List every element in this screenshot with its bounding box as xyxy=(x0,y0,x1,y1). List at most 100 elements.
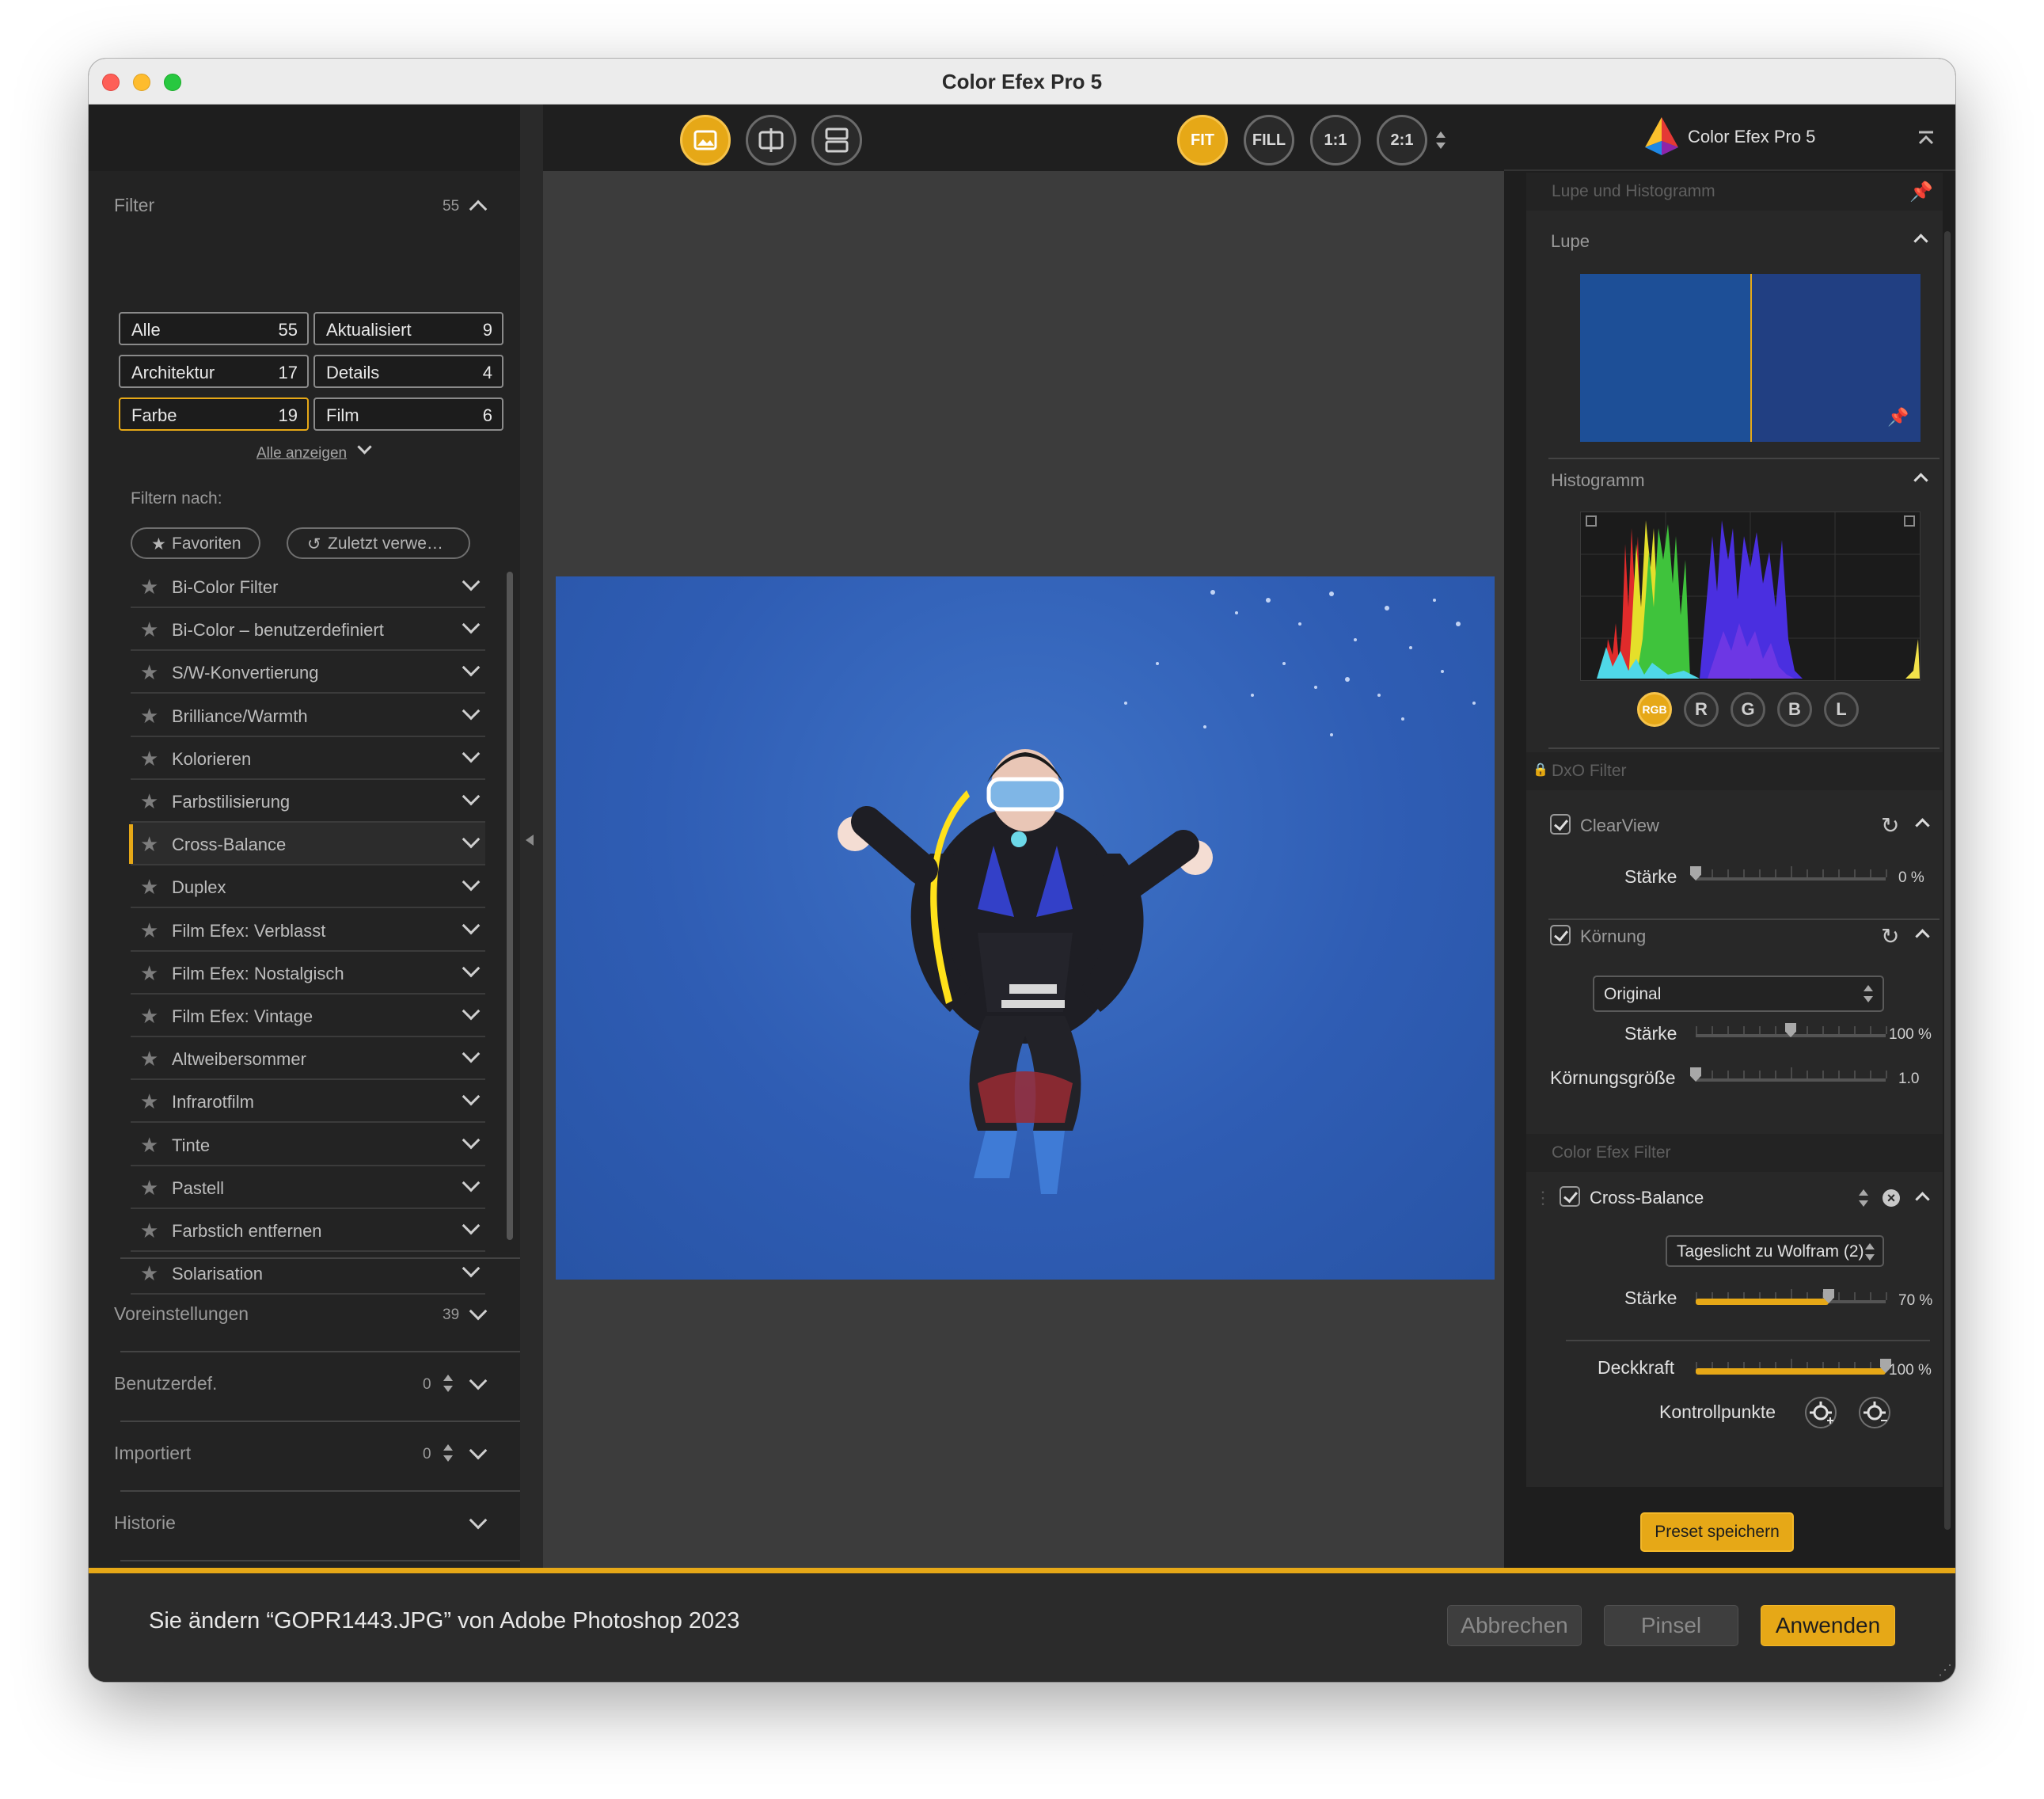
filter-list-item[interactable]: ★ S/W-Konvertierung xyxy=(131,651,485,694)
category-tag-farbe[interactable]: Farbe 19 xyxy=(119,397,309,431)
star-icon[interactable]: ★ xyxy=(140,1090,158,1114)
chevron-down-icon[interactable] xyxy=(462,1002,481,1021)
chevron-down-icon[interactable] xyxy=(469,1371,488,1390)
clearview-checkbox[interactable] xyxy=(1550,814,1571,835)
chevron-down-icon[interactable] xyxy=(462,615,481,634)
category-tag-aktualisiert[interactable]: Aktualisiert 9 xyxy=(313,312,503,345)
apply-button[interactable]: Anwenden xyxy=(1761,1605,1895,1646)
chevron-down-icon[interactable] xyxy=(462,916,481,934)
remove-filter-icon[interactable]: × xyxy=(1883,1189,1900,1207)
brush-button[interactable]: Pinsel xyxy=(1604,1605,1738,1646)
star-icon[interactable]: ★ xyxy=(140,1176,158,1200)
channel-rgb-button[interactable]: RGB xyxy=(1637,692,1672,727)
zoom-1to1-button[interactable]: 1:1 xyxy=(1310,115,1361,165)
reorder-icon[interactable] xyxy=(1859,1189,1868,1207)
favorites-pill[interactable]: ★ Favoriten xyxy=(131,527,260,559)
cancel-button[interactable]: Abbrechen xyxy=(1447,1605,1582,1646)
star-icon[interactable]: ★ xyxy=(140,575,158,599)
shadow-clipping-toggle[interactable] xyxy=(1586,515,1597,527)
chevron-down-icon[interactable] xyxy=(462,1044,481,1063)
settings-scrollbar[interactable] xyxy=(1944,231,1951,1530)
reset-icon[interactable]: ↻ xyxy=(1881,923,1899,949)
category-tag-alle[interactable]: Alle 55 xyxy=(119,312,309,345)
chevron-down-icon[interactable] xyxy=(462,1259,481,1278)
star-icon[interactable]: ★ xyxy=(140,618,158,642)
filter-list-item[interactable]: ★ Kolorieren xyxy=(131,737,485,780)
star-icon[interactable]: ★ xyxy=(140,1047,158,1071)
chevron-down-icon[interactable] xyxy=(462,572,481,591)
channel-g-button[interactable]: G xyxy=(1731,692,1765,727)
chevron-up-icon[interactable] xyxy=(1913,234,1928,249)
star-icon[interactable]: ★ xyxy=(140,747,158,771)
show-all-link[interactable]: Alle anzeigen xyxy=(256,445,347,462)
cross-balance-checkbox[interactable] xyxy=(1560,1186,1580,1207)
remove-control-point-icon[interactable] xyxy=(1859,1397,1890,1428)
star-icon[interactable]: ★ xyxy=(140,1004,158,1029)
zoom-stepper-icon[interactable] xyxy=(1436,131,1446,149)
channel-l-button[interactable]: L xyxy=(1824,692,1859,727)
chevron-up-icon[interactable] xyxy=(1913,473,1928,488)
filter-list-scrollbar[interactable] xyxy=(507,572,513,1240)
grain-type-dropdown[interactable]: Original xyxy=(1593,976,1884,1012)
opacity-slider[interactable] xyxy=(1696,1359,1891,1375)
collapse-all-icon[interactable] xyxy=(1917,130,1935,147)
star-icon[interactable]: ★ xyxy=(140,660,158,685)
chevron-down-icon[interactable] xyxy=(462,702,481,720)
section-voreinstellungen[interactable]: Voreinstellungen xyxy=(114,1303,249,1325)
drag-handle-icon[interactable]: ⋮ xyxy=(1534,1188,1552,1208)
star-icon[interactable]: ★ xyxy=(140,832,158,857)
reset-icon[interactable]: ↻ xyxy=(1881,812,1899,839)
category-tag-film[interactable]: Film 6 xyxy=(313,397,503,431)
add-control-point-icon[interactable] xyxy=(1805,1397,1837,1428)
loupe-preview[interactable]: 📌 xyxy=(1580,274,1921,442)
loupe-split-line[interactable] xyxy=(1750,274,1752,442)
save-preset-button[interactable]: Preset speichern xyxy=(1640,1512,1794,1552)
histogram-label[interactable]: Histogramm xyxy=(1551,470,1645,491)
zoom-fill-button[interactable]: FILL xyxy=(1244,115,1294,165)
chevron-up-icon[interactable] xyxy=(1915,818,1930,833)
stepper-icon[interactable] xyxy=(443,1375,453,1392)
chevron-down-icon[interactable] xyxy=(462,1131,481,1149)
filter-list-item[interactable]: ★ Pastell xyxy=(131,1166,485,1209)
filter-section-title[interactable]: Filter xyxy=(114,195,154,216)
filter-list-item[interactable]: ★ Farbstilisierung xyxy=(131,780,485,823)
filter-list-item[interactable]: ★ Bi-Color – benutzerdefiniert xyxy=(131,608,485,652)
filter-list-item[interactable]: ★ Infrarotfilm xyxy=(131,1080,485,1124)
category-tag-architektur[interactable]: Architektur 17 xyxy=(119,355,309,388)
section-historie[interactable]: Historie xyxy=(114,1512,176,1534)
chevron-up-icon[interactable] xyxy=(1915,929,1930,944)
side-by-side-icon[interactable] xyxy=(811,115,862,165)
chevron-down-icon[interactable] xyxy=(469,1511,488,1530)
chevron-down-icon[interactable] xyxy=(469,1302,488,1321)
chevron-down-icon[interactable] xyxy=(462,873,481,892)
star-icon[interactable]: ★ xyxy=(140,1133,158,1158)
collapse-left-icon[interactable] xyxy=(526,835,534,846)
highlight-clipping-toggle[interactable] xyxy=(1904,515,1915,527)
star-icon[interactable]: ★ xyxy=(140,1219,158,1243)
chevron-down-icon[interactable] xyxy=(462,744,481,763)
chevron-down-icon[interactable] xyxy=(462,830,481,849)
star-icon[interactable]: ★ xyxy=(140,704,158,728)
zoom-2to1-button[interactable]: 2:1 xyxy=(1377,115,1427,165)
filter-list-item[interactable]: ★ Film Efex: Verblasst xyxy=(131,909,485,952)
chevron-up-icon[interactable] xyxy=(1915,1192,1930,1207)
filter-list-item[interactable]: ★ Duplex xyxy=(131,865,485,909)
grain-size-slider[interactable] xyxy=(1690,1067,1887,1082)
filter-list-item[interactable]: ★ Film Efex: Nostalgisch xyxy=(131,952,485,995)
chevron-down-icon[interactable] xyxy=(462,787,481,806)
chevron-down-icon[interactable] xyxy=(469,1441,488,1460)
clearview-strength-slider[interactable] xyxy=(1690,866,1887,880)
slider-thumb[interactable] xyxy=(1785,1023,1796,1037)
pin-icon[interactable]: 📌 xyxy=(1909,181,1933,203)
chevron-down-icon[interactable] xyxy=(357,439,372,455)
section-benutzerdef[interactable]: Benutzerdef. xyxy=(114,1373,217,1394)
filter-list-item[interactable]: ★ Bi-Color Filter xyxy=(131,565,485,608)
section-importiert[interactable]: Importiert xyxy=(114,1443,191,1464)
filter-list-item[interactable]: ★ Film Efex: Vintage xyxy=(131,995,485,1037)
grain-strength-slider[interactable] xyxy=(1696,1023,1887,1037)
filter-list-item[interactable]: ★ Tinte xyxy=(131,1124,485,1166)
zoom-fit-button[interactable]: FIT xyxy=(1177,115,1228,165)
channel-b-button[interactable]: B xyxy=(1777,692,1812,727)
chevron-down-icon[interactable] xyxy=(462,659,481,677)
filter-list-item[interactable]: ★ Cross-Balance xyxy=(129,823,485,866)
